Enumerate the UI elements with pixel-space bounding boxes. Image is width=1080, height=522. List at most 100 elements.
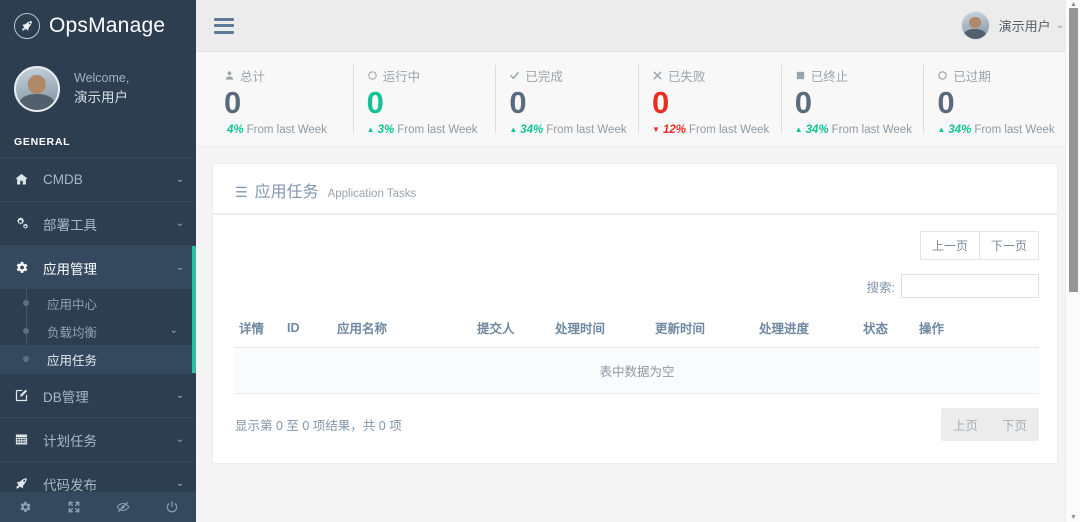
stat-note: From last Week (831, 124, 912, 137)
chevron-down-icon: ⌄ (175, 261, 184, 273)
stat-percent: 12% (662, 124, 686, 137)
rocket-icon (14, 13, 40, 39)
stat-card-terminated: 已终止 0 ▲ 34% From last Week (780, 62, 924, 146)
search-row: 搜索: (235, 274, 1039, 298)
calendar-icon (14, 432, 34, 447)
results-info: 显示第 0 至 0 项结果，共 0 项 (235, 419, 402, 433)
column-header-id[interactable]: ID (283, 312, 333, 348)
eye-slash-icon[interactable] (98, 500, 147, 514)
sidebar-item-label: DB管理 (43, 389, 89, 405)
times-icon (652, 70, 663, 81)
chevron-down-icon: ⌄ (175, 477, 184, 489)
scroll-up-icon[interactable]: ▲ (1070, 1, 1077, 8)
next-page-button-top[interactable]: 下一页 (979, 231, 1039, 260)
user-menu-label: 演示用户 (998, 19, 1051, 34)
stat-value: 0 (794, 85, 812, 120)
sidebar-item-label: 代码发布 (43, 477, 97, 493)
column-header-details[interactable]: 详情 (235, 312, 283, 348)
column-header-process-time[interactable]: 处理时间 (551, 312, 651, 348)
stat-label: 运行中 (382, 70, 421, 84)
sidebar-item-label: 计划任务 (43, 433, 97, 449)
stat-value: 0 (509, 85, 527, 120)
list-icon: ☰ (235, 184, 248, 200)
column-header-submitter[interactable]: 提交人 (473, 312, 551, 348)
pagination-bottom: 上页 下页 (940, 408, 1039, 441)
stat-note: From last Week (397, 124, 478, 137)
brand-name: OpsManage (49, 14, 166, 37)
avatar (960, 11, 990, 40)
stat-value: 0 (937, 85, 955, 120)
pagination-top: 上一页 下一页 (235, 231, 1039, 260)
scrollbar-thumb[interactable] (1069, 8, 1078, 292)
stat-label: 已失败 (668, 70, 706, 84)
sidebar-item-label: 部署工具 (43, 217, 97, 233)
prev-page-button-top[interactable]: 上一页 (919, 231, 980, 260)
brand-logo[interactable]: OpsManage (0, 0, 196, 52)
page-subtitle: Application Tasks (327, 188, 417, 200)
chevron-down-icon: ⌄ (175, 217, 184, 229)
page-scrollbar[interactable]: ▲ ▼ (1065, 0, 1080, 522)
stat-label: 总计 (240, 70, 266, 84)
sidebar-item-app-management[interactable]: 应用管理 ⌄ (0, 245, 196, 289)
sidebar-subitem-label: 应用任务 (47, 353, 98, 368)
column-header-progress[interactable]: 处理进度 (755, 312, 859, 348)
sidebar-item-cmdb[interactable]: CMDB ⌄ (0, 157, 196, 201)
stats-strip: 总计 0 4% From last Week 运行中 0 ▲ 3% From l… (196, 52, 1080, 147)
stat-value: 0 (366, 85, 384, 120)
user-icon (224, 70, 235, 81)
stat-card-expired: 已过期 0 ▲ 34% From last Week (923, 62, 1066, 146)
user-menu[interactable]: 演示用户 ⌄ (960, 11, 1064, 40)
empty-message: 表中数据为空 (235, 347, 1039, 394)
check-icon (509, 70, 520, 81)
stat-card-total: 总计 0 4% From last Week (210, 62, 353, 146)
edit-square-icon (14, 388, 34, 403)
column-header-update-time[interactable]: 更新时间 (651, 312, 755, 348)
tasks-panel: ☰ 应用任务 Application Tasks 上一页 下一页 搜索: 详情 … (212, 163, 1058, 464)
sidebar-item-deploy-tools[interactable]: 部署工具 ⌄ (0, 201, 196, 245)
app-root: OpsManage Welcome, 演示用户 GENERAL CMDB ⌄ 部… (0, 0, 1080, 522)
sidebar-item-db-management[interactable]: DB管理 ⌄ (0, 373, 196, 417)
sidebar-item-app-tasks[interactable]: 应用任务 (0, 345, 192, 373)
stat-note: From last Week (246, 124, 327, 137)
stat-value: 0 (652, 85, 669, 120)
gear-icon[interactable] (0, 500, 49, 514)
sidebar-item-scheduled-tasks[interactable]: 计划任务 ⌄ (0, 417, 196, 461)
sidebar: OpsManage Welcome, 演示用户 GENERAL CMDB ⌄ 部… (0, 0, 196, 522)
stat-percent: 34% (520, 124, 544, 137)
power-icon[interactable] (147, 500, 196, 514)
sidebar-subitem-label: 负载均衡 (47, 325, 98, 340)
trend-icon: ▲ (794, 125, 803, 135)
home-icon (14, 172, 34, 187)
top-bar: 演示用户 ⌄ (196, 0, 1080, 52)
sidebar-item-load-balance[interactable]: 负载均衡 ⌄ (0, 317, 192, 345)
stat-percent: 34% (948, 124, 972, 137)
scroll-down-icon[interactable]: ▼ (1070, 514, 1077, 521)
column-header-status[interactable]: 状态 (859, 312, 915, 348)
expand-icon[interactable] (49, 500, 98, 514)
sidebar-section-label: GENERAL (14, 136, 71, 148)
stat-percent: 4% (227, 124, 244, 137)
column-header-actions[interactable]: 操作 (915, 312, 1039, 348)
circle-icon (937, 70, 948, 81)
stat-card-running: 运行中 0 ▲ 3% From last Week (352, 62, 496, 146)
square-icon (795, 70, 806, 81)
trend-icon: ▲ (509, 125, 518, 135)
stat-card-failed: 已失败 0 ▼ 12% From last Week (638, 62, 781, 146)
stat-percent: 3% (377, 124, 395, 137)
stat-note: From last Week (688, 124, 770, 137)
sidebar-item-label: 应用管理 (43, 261, 97, 277)
stat-card-completed: 已完成 0 ▲ 34% From last Week (495, 62, 638, 146)
sidebar-profile[interactable]: Welcome, 演示用户 (0, 52, 196, 128)
page-title: 应用任务 (254, 184, 319, 201)
sidebar-item-app-center[interactable]: 应用中心 (0, 289, 192, 317)
column-header-app-name[interactable]: 应用名称 (333, 312, 473, 348)
table-footer: 显示第 0 至 0 项结果，共 0 项 上页 下页 (235, 394, 1039, 463)
stat-label: 已过期 (953, 70, 991, 84)
next-page-button-bottom[interactable]: 下页 (990, 408, 1039, 441)
search-input[interactable] (901, 274, 1039, 298)
prev-page-button-bottom[interactable]: 上页 (941, 408, 990, 441)
stat-note: From last Week (974, 124, 1055, 137)
trend-icon: ▲ (366, 125, 375, 135)
hamburger-icon[interactable] (214, 14, 234, 37)
rocket-icon (14, 476, 34, 491)
